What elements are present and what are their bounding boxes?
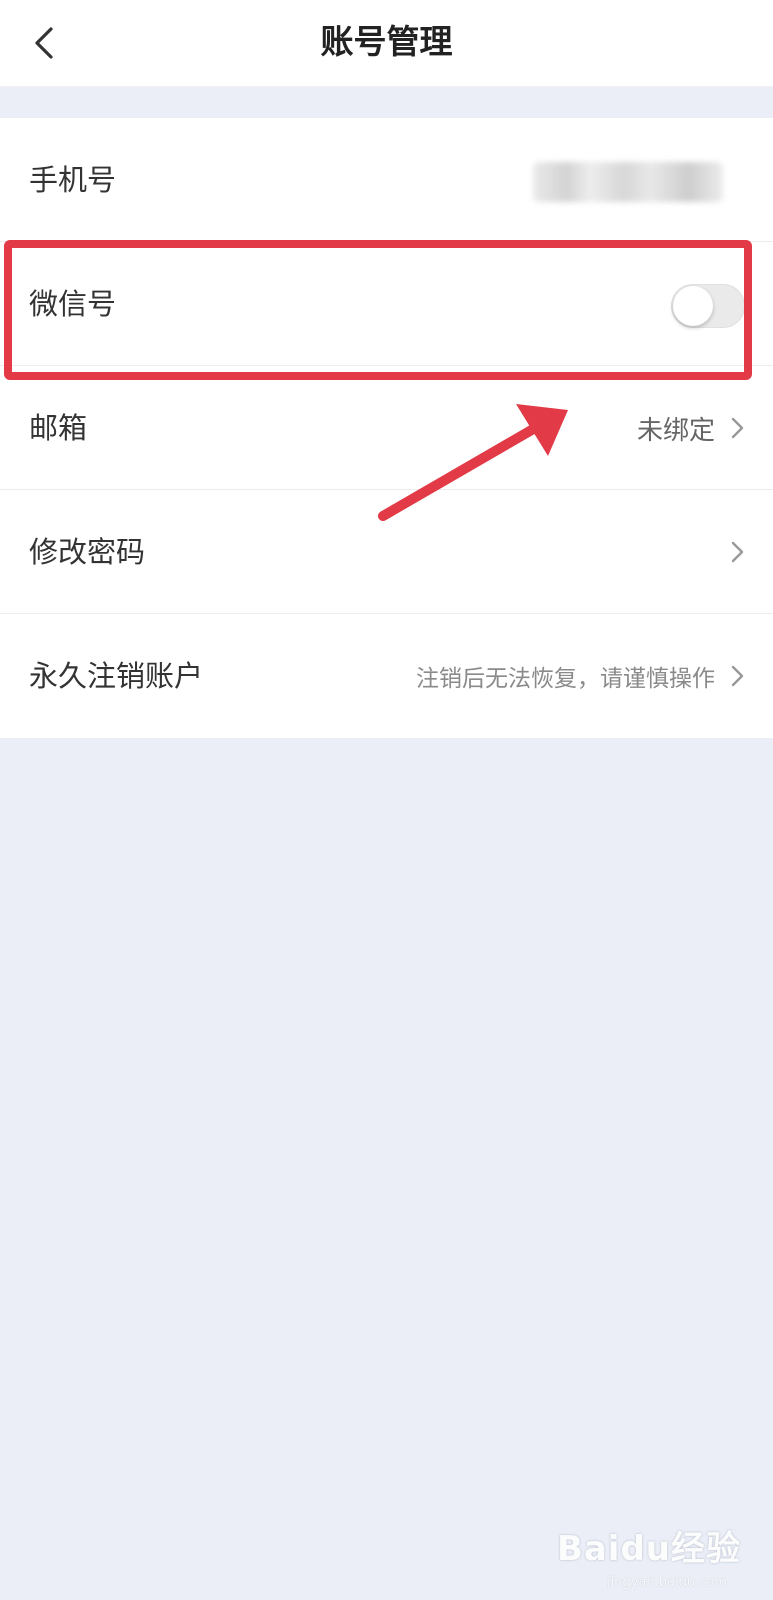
change-password-label: 修改密码 (29, 535, 146, 569)
page-title: 账号管理 (320, 22, 453, 61)
chevron-right-icon (731, 541, 744, 563)
nav-bar: 账号管理 (0, 0, 773, 87)
settings-row-delete-account[interactable]: 永久注销账户 注销后无法恢复，请谨慎操作 (0, 614, 773, 738)
email-label: 邮箱 (29, 411, 88, 445)
baidu-watermark-url: jingyan.baidu.com (607, 1575, 727, 1590)
phone-number-blurred (533, 162, 723, 202)
chevron-right-icon (731, 665, 744, 687)
chevron-right-icon (731, 417, 744, 439)
wechat-label: 微信号 (29, 287, 117, 321)
settings-row-wechat: 微信号 (0, 242, 773, 366)
toggle-knob (673, 286, 713, 326)
account-settings-list: 手机号 微信号 邮箱 未绑定 修改密码 永久注销账户 注销后无法恢复，请谨慎操作 (0, 118, 773, 738)
phone-label: 手机号 (29, 163, 117, 197)
settings-row-change-password[interactable]: 修改密码 (0, 490, 773, 614)
delete-account-label: 永久注销账户 (29, 659, 204, 693)
settings-row-email[interactable]: 邮箱 未绑定 (0, 366, 773, 490)
baidu-watermark: Baidu经验 (556, 1529, 741, 1569)
settings-row-phone[interactable]: 手机号 (0, 118, 773, 242)
email-status: 未绑定 (636, 415, 715, 446)
delete-account-hint: 注销后无法恢复，请谨慎操作 (416, 666, 715, 692)
wechat-toggle[interactable] (671, 284, 745, 328)
